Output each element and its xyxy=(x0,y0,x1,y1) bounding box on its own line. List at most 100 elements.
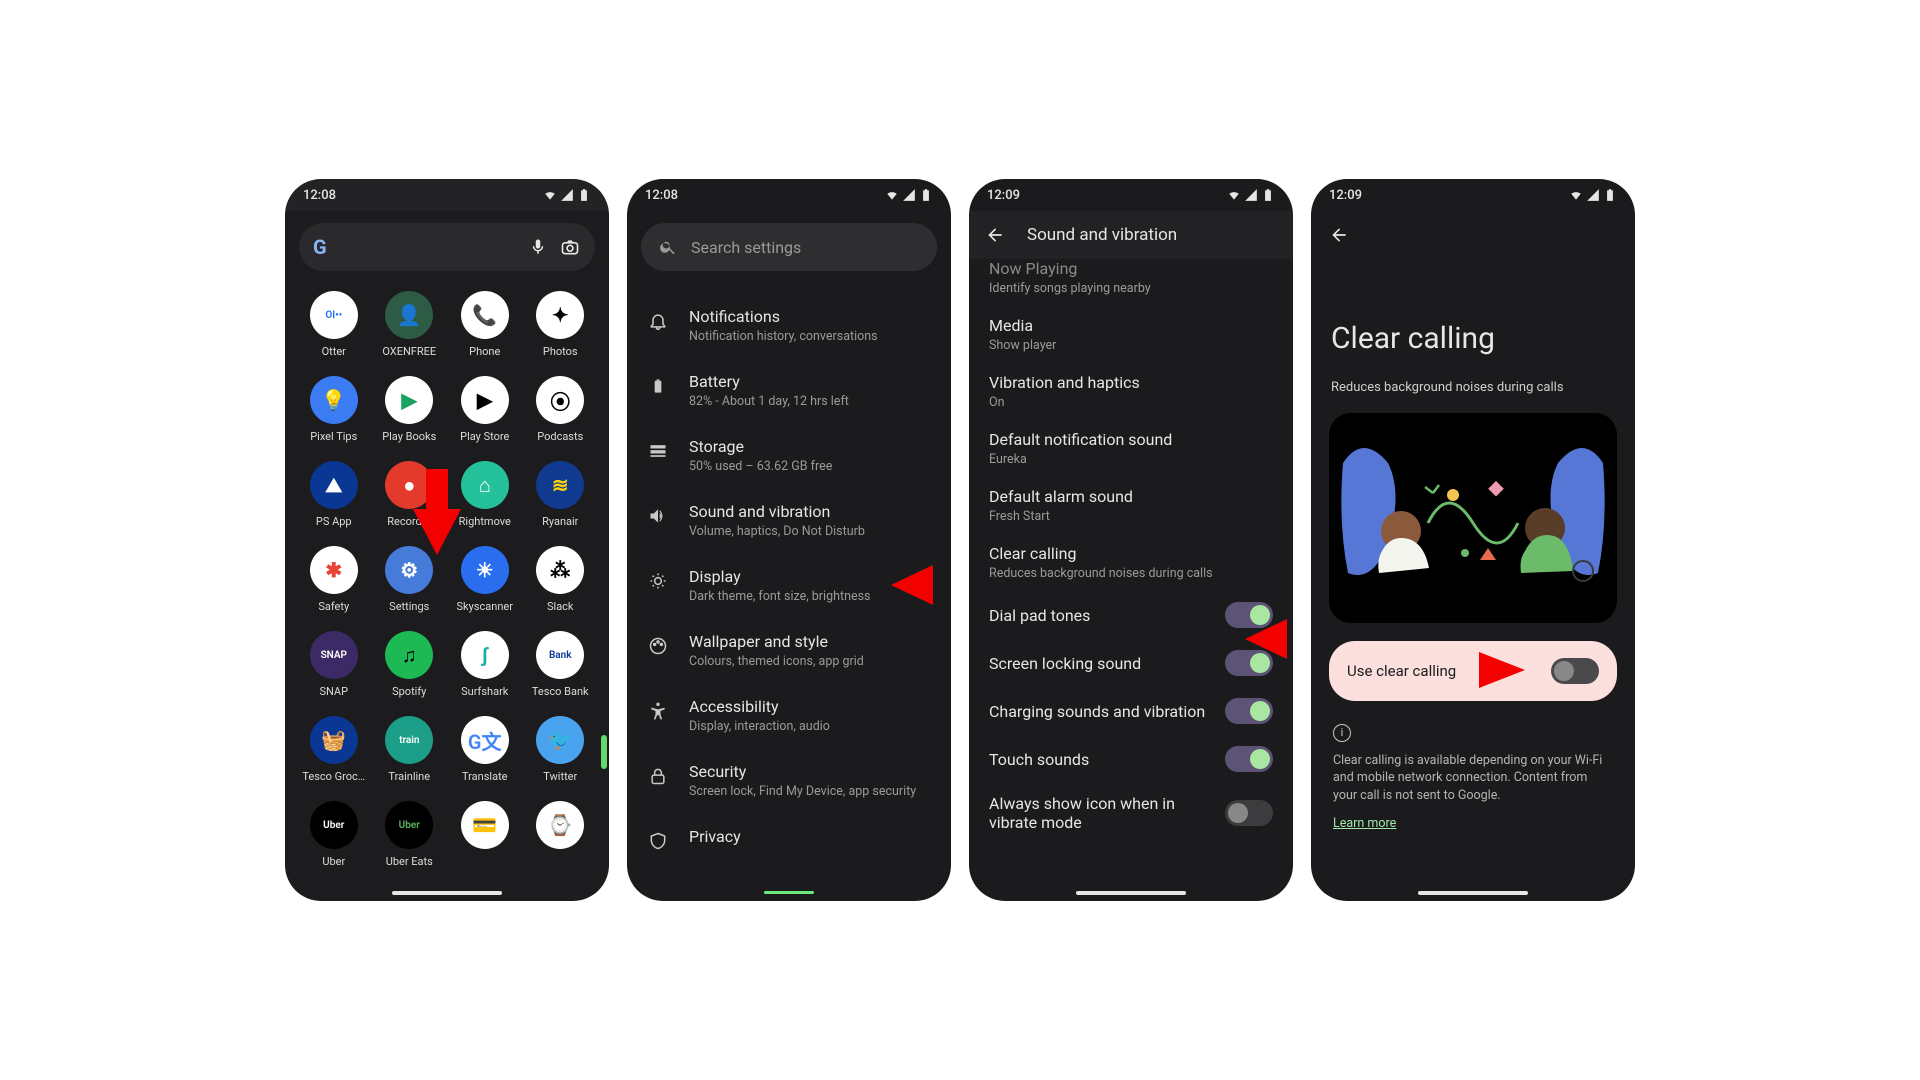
app-label: Podcasts xyxy=(537,430,583,443)
app-icon: 👤 xyxy=(385,291,433,339)
toggle-label: Always show icon when in vibrate mode xyxy=(989,794,1209,832)
app-label: Tesco Groc… xyxy=(302,770,365,783)
app-label: SNAP xyxy=(319,685,348,698)
status-time: 12:09 xyxy=(987,188,1020,203)
status-time: 12:08 xyxy=(303,188,336,203)
app-pixel-tips[interactable]: 💡Pixel Tips xyxy=(299,376,369,443)
settings-item-privacy[interactable]: Privacy xyxy=(627,813,951,866)
app-oxenfree[interactable]: 👤 OXENFREE xyxy=(375,291,445,358)
page-subtitle: Reduces background noises during calls xyxy=(1331,380,1615,395)
card-label: Use clear calling xyxy=(1347,662,1456,680)
app-settings[interactable]: ⚙Settings xyxy=(375,546,445,613)
toggle-label: Charging sounds and vibration xyxy=(989,702,1205,721)
sound-item-vibration-and-haptics[interactable]: Vibration and hapticsOn xyxy=(969,363,1293,420)
app-label: Ryanair xyxy=(542,515,578,528)
app-uber-eats[interactable]: UberUber Eats xyxy=(375,801,445,868)
app-otter[interactable]: OI•• Otter xyxy=(299,291,369,358)
toggle-always-show-icon-when-in-vibrate-mode[interactable]: Always show icon when in vibrate mode xyxy=(969,783,1293,843)
app-slack[interactable]: ⁂Slack xyxy=(526,546,596,613)
app-label: Uber xyxy=(322,855,345,868)
toggle-switch[interactable] xyxy=(1225,698,1273,724)
app-ryanair[interactable]: ≋ Ryanair xyxy=(526,461,596,528)
settings-search[interactable]: Search settings xyxy=(641,223,937,271)
toggle-touch-sounds[interactable]: Touch sounds xyxy=(969,735,1293,783)
settings-item-battery[interactable]: Battery82% - About 1 day, 12 hrs left xyxy=(627,358,951,423)
phone-2-settings: 12:08 Search settings NotificationsNotif… xyxy=(627,179,951,901)
gesture-handle xyxy=(392,891,502,895)
clear-calling-toggle[interactable] xyxy=(1551,658,1599,684)
app-icon: ⌚ xyxy=(536,801,584,849)
app-label: Trainline xyxy=(388,770,430,783)
item-title: Media xyxy=(989,316,1273,335)
app-phone[interactable]: 📞Phone xyxy=(450,291,520,358)
status-bar: 12:09 xyxy=(969,179,1293,211)
item-title: Privacy xyxy=(689,827,931,846)
app-label: Otter xyxy=(322,345,346,358)
app-surfshark[interactable]: ʃSurfshark xyxy=(450,631,520,698)
arrow-annotation-sound xyxy=(891,565,933,605)
sound-item-default-notification-sound[interactable]: Default notification soundEureka xyxy=(969,420,1293,477)
app-podcasts[interactable]: ⦿Podcasts xyxy=(526,376,596,443)
app-tesco-bank[interactable]: BankTesco Bank xyxy=(526,631,596,698)
item-subtitle: Colours, themed icons, app grid xyxy=(689,654,931,669)
app-unknown[interactable]: 💳 xyxy=(450,801,520,868)
toggle-charging-sounds-and-vibration[interactable]: Charging sounds and vibration xyxy=(969,687,1293,735)
app-safety[interactable]: ✱Safety xyxy=(299,546,369,613)
app-spotify[interactable]: ♫Spotify xyxy=(375,631,445,698)
app-icon: ≋ xyxy=(536,461,584,509)
back-icon[interactable] xyxy=(1329,225,1349,245)
google-search-bar[interactable]: G xyxy=(299,223,595,271)
scrollbar-indicator xyxy=(601,735,607,769)
status-bar: 12:09 xyxy=(1311,179,1635,211)
app-icon: SNAP xyxy=(310,631,358,679)
battery-icon xyxy=(577,188,591,202)
learn-more-link[interactable]: Learn more xyxy=(1333,816,1396,831)
toggle-switch[interactable] xyxy=(1225,800,1273,826)
app-ps-app[interactable]: ⛰PS App xyxy=(299,461,369,528)
sound-item-media[interactable]: MediaShow player xyxy=(969,306,1293,363)
app-translate[interactable]: G文Translate xyxy=(450,716,520,783)
status-bar: 12:08 xyxy=(627,179,951,211)
sound-item-now-playing[interactable]: Now PlayingIdentify songs playing nearby xyxy=(969,259,1293,306)
settings-item-accessibility[interactable]: AccessibilityDisplay, interaction, audio xyxy=(627,683,951,748)
phone-1-app-drawer: 12:08 G OI•• Otter 👤 OXENFREE 📞Phone✦Photos 💡… xyxy=(285,179,609,901)
toggle-switch[interactable] xyxy=(1225,746,1273,772)
app-photos[interactable]: ✦Photos xyxy=(526,291,596,358)
bell-icon xyxy=(647,310,669,332)
sound-item-default-alarm-sound[interactable]: Default alarm soundFresh Start xyxy=(969,477,1293,534)
settings-item-wallpaper-and-style[interactable]: Wallpaper and styleColours, themed icons… xyxy=(627,618,951,683)
back-icon[interactable] xyxy=(985,225,1005,245)
app-icon: ⛰ xyxy=(310,461,358,509)
arrow-annotation-clear-calling xyxy=(1245,619,1287,659)
app-label: Play Books xyxy=(382,430,436,443)
a11y-icon xyxy=(647,700,669,722)
app-trainline[interactable]: trainTrainline xyxy=(375,716,445,783)
app-icon: OI•• xyxy=(310,291,358,339)
settings-item-sound-and-vibration[interactable]: Sound and vibrationVolume, haptics, Do N… xyxy=(627,488,951,553)
app-skyscanner[interactable]: ☀Skyscanner xyxy=(450,546,520,613)
app-label: Twitter xyxy=(543,770,577,783)
app-play-store[interactable]: ▶Play Store xyxy=(450,376,520,443)
camera-icon[interactable] xyxy=(559,236,581,258)
item-subtitle: Screen lock, Find My Device, app securit… xyxy=(689,784,931,799)
settings-item-security[interactable]: SecurityScreen lock, Find My Device, app… xyxy=(627,748,951,813)
app-label: OXENFREE xyxy=(382,345,436,358)
battery-icon xyxy=(1261,188,1275,202)
settings-item-notifications[interactable]: NotificationsNotification history, conve… xyxy=(627,293,951,358)
app-unknown[interactable]: ⌚ xyxy=(526,801,596,868)
app-uber[interactable]: UberUber xyxy=(299,801,369,868)
google-icon: G xyxy=(313,235,327,259)
palette-icon xyxy=(647,635,669,657)
mic-icon[interactable] xyxy=(527,236,549,258)
settings-item-storage[interactable]: Storage50% used – 63.62 GB free xyxy=(627,423,951,488)
use-clear-calling-card[interactable]: Use clear calling xyxy=(1329,641,1617,701)
app-snap[interactable]: SNAP SNAP xyxy=(299,631,369,698)
signal-icon xyxy=(1244,188,1258,202)
app-tesco-groc-[interactable]: 🧺Tesco Groc… xyxy=(299,716,369,783)
privacy-icon xyxy=(647,830,669,852)
app-play-books[interactable]: ▶Play Books xyxy=(375,376,445,443)
app-icon: ✱ xyxy=(310,546,358,594)
app-twitter[interactable]: 🐦Twitter xyxy=(526,716,596,783)
sound-item-clear-calling[interactable]: Clear callingReduces background noises d… xyxy=(969,534,1293,591)
toggle-label: Touch sounds xyxy=(989,750,1089,769)
